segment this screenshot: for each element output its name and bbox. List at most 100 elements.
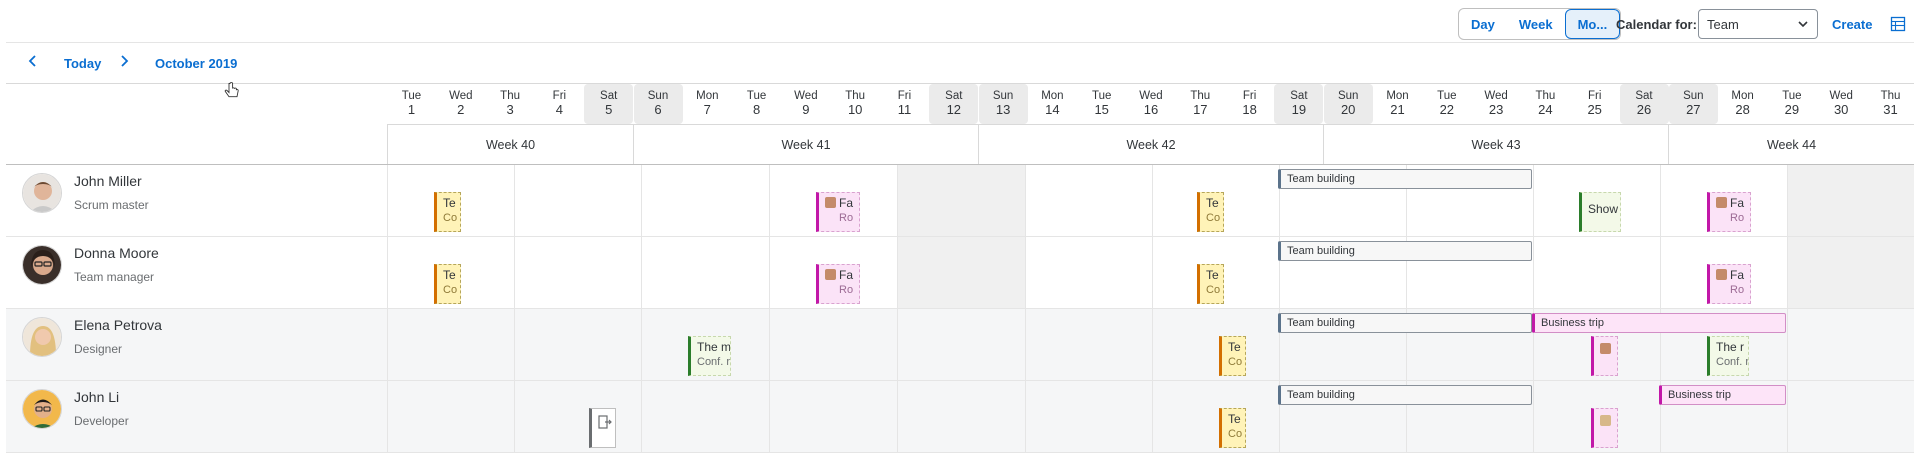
day-header[interactable]: Fri 18 bbox=[1225, 84, 1274, 124]
person-info[interactable]: John Li Developer bbox=[22, 389, 129, 429]
appointment[interactable] bbox=[1591, 336, 1618, 376]
business-trip-event[interactable]: Business trip bbox=[1532, 313, 1786, 333]
day-header[interactable]: Wed 16 bbox=[1127, 84, 1176, 124]
attendee-avatar-icon bbox=[1716, 269, 1727, 280]
appointment[interactable]: Te Co bbox=[1197, 264, 1224, 304]
appointment[interactable]: The m Conf. r bbox=[688, 336, 731, 376]
appointment-title: Te bbox=[1206, 196, 1219, 210]
appointment[interactable] bbox=[1591, 408, 1618, 448]
grid-line bbox=[514, 309, 515, 380]
day-header[interactable]: Thu 31 bbox=[1866, 84, 1915, 124]
calendar-for-value: Team bbox=[1707, 16, 1739, 32]
grid-line bbox=[1025, 237, 1026, 308]
attendee-avatar-icon bbox=[825, 197, 836, 208]
day-header[interactable]: Sun 13 bbox=[978, 84, 1028, 124]
person-info[interactable]: John Miller Scrum master bbox=[22, 173, 149, 213]
day-header[interactable]: Mon 28 bbox=[1718, 84, 1767, 124]
day-header[interactable]: Thu 24 bbox=[1521, 84, 1570, 124]
appointment[interactable]: Te Co bbox=[434, 192, 461, 232]
create-button[interactable]: Create bbox=[1832, 17, 1872, 32]
appointment[interactable] bbox=[589, 408, 616, 448]
person-info[interactable]: Elena Petrova Designer bbox=[22, 317, 162, 357]
grid-line bbox=[1787, 237, 1788, 308]
day-number: 31 bbox=[1883, 102, 1898, 117]
day-header[interactable]: Sun 27 bbox=[1668, 84, 1718, 124]
appointment[interactable]: Fa Ro bbox=[1707, 264, 1751, 304]
day-header[interactable]: Fri 4 bbox=[535, 84, 584, 124]
person-role: Designer bbox=[74, 342, 123, 356]
day-header[interactable]: Thu 10 bbox=[831, 84, 880, 124]
view-month-button[interactable]: Mo... bbox=[1564, 9, 1621, 39]
view-day-button[interactable]: Day bbox=[1459, 9, 1507, 39]
person-info[interactable]: Donna Moore Team manager bbox=[22, 245, 159, 285]
person-role: Team manager bbox=[74, 270, 155, 284]
appointment[interactable]: Te Co bbox=[1219, 408, 1246, 448]
team-building-event[interactable]: Team building bbox=[1278, 313, 1532, 333]
business-trip-event[interactable]: Business trip bbox=[1659, 385, 1786, 405]
day-header[interactable]: Sat 5 bbox=[584, 84, 634, 124]
day-header[interactable]: Wed 30 bbox=[1817, 84, 1866, 124]
person-name: Elena Petrova bbox=[74, 317, 162, 333]
appointment-subtitle: Co bbox=[1228, 428, 1243, 440]
day-header[interactable]: Wed 23 bbox=[1472, 84, 1521, 124]
day-header[interactable]: Tue 29 bbox=[1767, 84, 1816, 124]
grid-line bbox=[514, 381, 515, 452]
grid-line bbox=[1533, 381, 1534, 452]
day-header[interactable]: Tue 22 bbox=[1422, 84, 1471, 124]
day-header[interactable]: Sun 20 bbox=[1323, 84, 1373, 124]
week-label: Week 41 bbox=[633, 125, 978, 165]
appointment[interactable]: The r Conf. r bbox=[1707, 336, 1749, 376]
day-header[interactable]: Thu 17 bbox=[1176, 84, 1225, 124]
appointment[interactable]: Fa Ro bbox=[1707, 192, 1751, 232]
appointment[interactable]: Te Co bbox=[434, 264, 461, 304]
day-header[interactable]: Sun 6 bbox=[633, 84, 683, 124]
grid-line bbox=[1660, 165, 1661, 236]
day-header[interactable]: Tue 8 bbox=[732, 84, 781, 124]
day-header[interactable]: Fri 25 bbox=[1570, 84, 1619, 124]
day-header[interactable]: Thu 3 bbox=[486, 84, 535, 124]
grid-line bbox=[769, 309, 770, 380]
today-button[interactable]: Today bbox=[64, 56, 101, 71]
appointment-title: Te bbox=[1206, 268, 1219, 282]
day-header[interactable]: Wed 2 bbox=[436, 84, 485, 124]
appointment[interactable]: Te Co bbox=[1219, 336, 1246, 376]
person-role: Developer bbox=[74, 414, 129, 428]
appointment[interactable]: Fa Ro bbox=[816, 264, 860, 304]
chevron-down-icon bbox=[1798, 21, 1808, 28]
grid-line bbox=[1152, 381, 1153, 452]
view-switcher: Day Week Mo... bbox=[1458, 8, 1622, 40]
avatar bbox=[22, 173, 62, 213]
appointment-subtitle: Co bbox=[1228, 356, 1243, 368]
view-week-button[interactable]: Week bbox=[1507, 9, 1565, 39]
day-number: 3 bbox=[506, 102, 514, 117]
next-icon[interactable] bbox=[119, 54, 129, 68]
day-number: 27 bbox=[1686, 102, 1701, 117]
team-building-event[interactable]: Team building bbox=[1278, 241, 1532, 261]
day-header[interactable]: Sat 12 bbox=[929, 84, 979, 124]
day-header[interactable]: Sat 26 bbox=[1619, 84, 1669, 124]
calendar-for-select[interactable]: Team bbox=[1698, 9, 1818, 39]
month-picker-button[interactable]: October 2019 bbox=[155, 56, 237, 71]
day-header[interactable]: Tue 15 bbox=[1077, 84, 1126, 124]
day-number: 9 bbox=[802, 102, 810, 117]
day-header[interactable]: Mon 7 bbox=[683, 84, 732, 124]
appointment[interactable]: Te Co bbox=[1197, 192, 1224, 232]
day-header[interactable]: Tue 1 bbox=[387, 84, 436, 124]
day-header[interactable]: Sat 19 bbox=[1274, 84, 1324, 124]
day-header[interactable]: Mon 21 bbox=[1373, 84, 1422, 124]
day-number: 4 bbox=[555, 102, 563, 117]
day-header[interactable]: Wed 9 bbox=[781, 84, 830, 124]
day-number: 23 bbox=[1488, 102, 1504, 117]
grid-line bbox=[514, 165, 515, 236]
sign-out-icon bbox=[598, 415, 612, 429]
day-header[interactable]: Fri 11 bbox=[880, 84, 929, 124]
appointment[interactable]: Show bbox=[1579, 192, 1621, 232]
appointment-title: The m bbox=[697, 340, 731, 354]
previous-icon[interactable] bbox=[28, 54, 38, 68]
legend-icon[interactable] bbox=[1890, 16, 1906, 32]
day-header[interactable]: Mon 14 bbox=[1028, 84, 1077, 124]
day-number: 16 bbox=[1143, 102, 1159, 117]
team-building-event[interactable]: Team building bbox=[1278, 169, 1532, 189]
appointment[interactable]: Fa Ro bbox=[816, 192, 860, 232]
team-building-event[interactable]: Team building bbox=[1278, 385, 1532, 405]
